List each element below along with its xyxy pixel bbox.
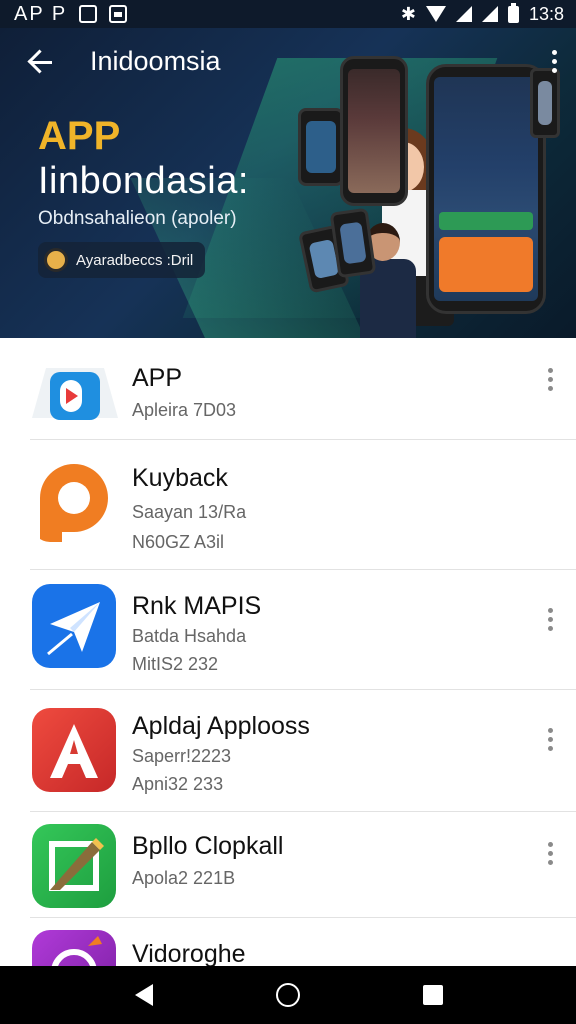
app-title: Rnk MAPIS <box>132 592 262 620</box>
bluetooth-icon: ✱ <box>400 3 416 24</box>
banner-chip[interactable]: Ayaradbeccs :Dril <box>38 242 206 278</box>
app-subtitle: Apola2 221B <box>132 868 236 888</box>
more-vertical-icon[interactable] <box>544 728 556 754</box>
status-app-label: AP P <box>14 2 68 25</box>
list-item[interactable]: Rnk MAPIS Batda Hsahda MitIS2 232 <box>0 570 576 690</box>
signal-icon-2 <box>481 6 498 22</box>
list-item[interactable]: Vidoroghe <box>0 918 576 966</box>
more-vertical-icon[interactable] <box>544 842 556 868</box>
status-right: ✱ 13:8 <box>400 2 564 25</box>
app-subtitle: Saayan 13/Ra <box>132 502 247 522</box>
banner-title-secondary: Iinbondasia: <box>38 160 249 202</box>
nav-back-icon[interactable] <box>113 966 173 1024</box>
letter-a-icon <box>32 708 116 792</box>
arrow-left-icon[interactable] <box>14 28 70 94</box>
list-item[interactable]: Kuyback Saayan 13/Ra N60GZ A3il <box>0 440 576 570</box>
list-item[interactable]: APP Apleira 7D03 <box>0 338 576 440</box>
orange-p-icon <box>32 458 116 542</box>
wifi-icon <box>425 6 446 22</box>
more-vertical-icon[interactable] <box>544 608 556 634</box>
more-vertical-icon[interactable] <box>544 368 556 394</box>
signal-icon <box>455 6 472 22</box>
list-item[interactable]: Bpllo Clopkall Apola2 221B <box>0 812 576 918</box>
app-bar: Inidoomsia <box>0 28 576 94</box>
banner-title: APP <box>38 114 121 158</box>
hero-banner: Inidoomsia APP Iinbondasia: Obdnsahalieo… <box>0 28 576 338</box>
phone-illustration <box>298 108 344 186</box>
notification-icon <box>79 5 98 23</box>
banner-chip-label: Ayaradbeccs :Dril <box>76 251 194 269</box>
app-title: APP <box>132 364 183 392</box>
app-title: Apldaj Applooss <box>132 712 310 740</box>
status-left: AP P <box>14 2 128 26</box>
image-notification-icon <box>109 5 128 23</box>
system-nav-bar <box>0 966 576 1024</box>
app-meta: MitIS2 232 <box>132 654 219 674</box>
app-subtitle: Apleira 7D03 <box>132 400 237 420</box>
app-title: Vidoroghe <box>132 940 246 966</box>
app-list: APP Apleira 7D03 Kuyback Saayan 13/Ra N6… <box>0 338 576 966</box>
phone-illustration <box>426 64 546 314</box>
battery-icon <box>507 2 519 23</box>
paper-plane-icon <box>32 584 116 668</box>
purple-camera-icon <box>32 930 116 966</box>
app-subtitle: Saperr!2223 <box>132 746 232 766</box>
play-d-icon <box>32 348 118 434</box>
app-meta: N60GZ A3il <box>132 532 225 552</box>
green-pen-icon <box>32 824 116 908</box>
banner-subtitle: Obdnsahalieon (apoler) <box>38 208 237 229</box>
nav-home-icon[interactable] <box>258 966 318 1024</box>
list-item[interactable]: Apldaj Applooss Saperr!2223 Apni32 233 <box>0 690 576 812</box>
status-time: 13:8 <box>528 3 564 24</box>
status-bar: AP P ✱ 13:8 <box>0 0 576 28</box>
more-vertical-icon[interactable] <box>548 50 560 76</box>
avatar-icon <box>44 248 68 272</box>
app-meta: Apni32 233 <box>132 774 224 794</box>
app-title: Kuyback <box>132 464 228 492</box>
page-title: Inidoomsia <box>90 45 221 76</box>
app-title: Bpllo Clopkall <box>132 832 284 860</box>
app-subtitle: Batda Hsahda <box>132 626 247 646</box>
nav-recents-icon[interactable] <box>403 966 463 1024</box>
